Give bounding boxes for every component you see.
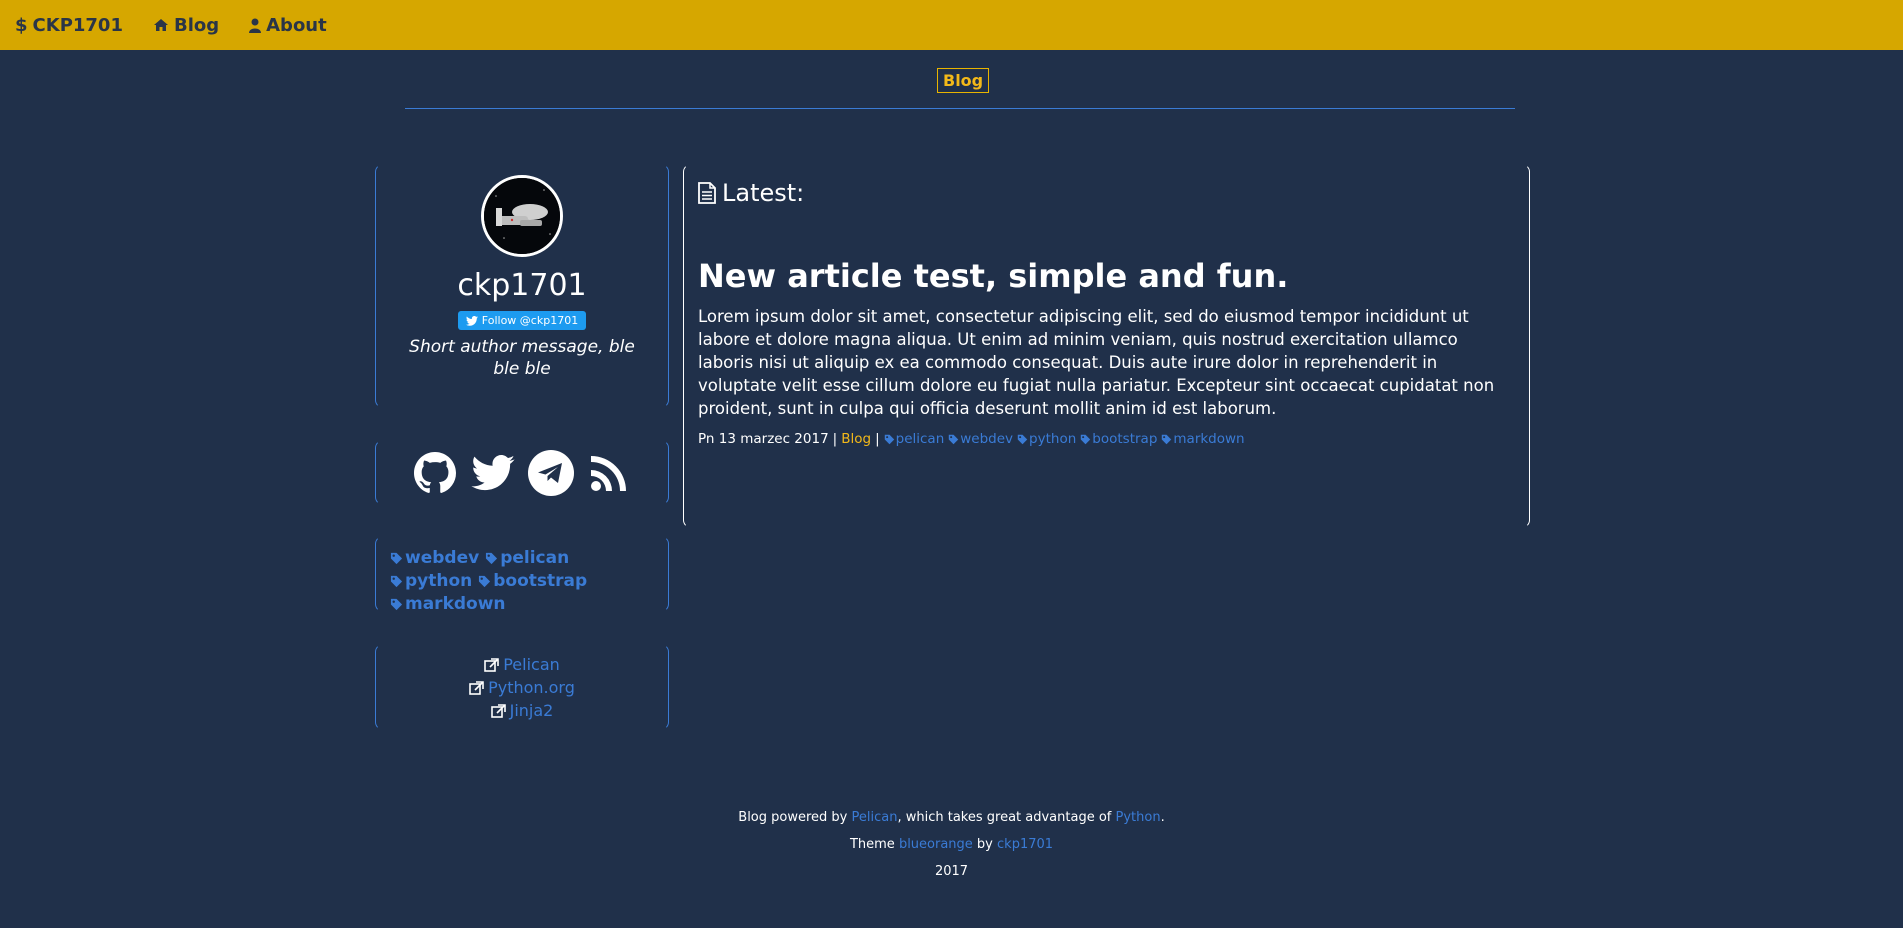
sidebar-tag-link[interactable]: webdev — [390, 547, 479, 570]
tag-icon — [390, 598, 403, 611]
tag-label: markdown — [405, 594, 506, 614]
top-navbar: $ CKP1701 Blog About — [0, 0, 1903, 50]
dollar-icon: $ — [15, 14, 28, 36]
nav-about-label: About — [266, 14, 327, 36]
twitter-bird-icon — [465, 315, 478, 326]
breadcrumb-blog[interactable]: Blog — [937, 68, 990, 93]
external-link[interactable]: Python.org — [376, 676, 668, 699]
tag-label: webdev — [960, 431, 1014, 447]
footer-theme-link[interactable]: blueorange — [899, 837, 973, 852]
tag-icon — [1162, 434, 1172, 444]
sidebar-tag-link[interactable]: python — [390, 570, 472, 593]
external-link-label: Python.org — [488, 678, 575, 697]
sidebar-tag-link[interactable]: markdown — [390, 593, 506, 616]
starship-image — [484, 178, 560, 254]
latest-label: Latest: — [722, 179, 805, 207]
latest-heading: Latest: — [698, 179, 1515, 207]
header-divider — [405, 108, 1515, 109]
tag-label: webdev — [405, 548, 480, 568]
telegram-icon[interactable] — [528, 449, 574, 496]
footer: Blog powered by Pelican, which takes gre… — [0, 804, 1903, 885]
tag-icon — [1017, 434, 1028, 444]
meta-separator: | — [875, 431, 880, 447]
nav-blog-link[interactable]: Blog — [153, 15, 219, 36]
tag-icon — [884, 434, 894, 444]
tag-icon — [486, 552, 498, 565]
nav-about-link[interactable]: About — [249, 15, 327, 36]
footer-text: . — [1160, 810, 1165, 825]
document-icon — [698, 182, 716, 204]
footer-text: by — [972, 837, 998, 852]
rss-icon[interactable] — [586, 450, 632, 496]
latest-articles-card: Latest: New article test, simple and fun… — [683, 164, 1530, 528]
nav-brand-label: CKP1701 — [32, 14, 123, 36]
tag-label: python — [405, 571, 473, 591]
tag-label: python — [1029, 431, 1077, 447]
footer-year: 2017 — [934, 864, 969, 879]
twitter-icon[interactable] — [470, 450, 516, 496]
links-card: Pelican Python.org Jinja2 — [375, 644, 669, 730]
footer-text: Blog powered by — [738, 810, 852, 825]
follow-label: Follow @ckp1701 — [481, 314, 579, 327]
twitter-follow-button[interactable]: Follow @ckp1701 — [457, 311, 587, 330]
footer-theme-line: Theme blueorange by ckp1701 — [0, 831, 1903, 858]
article-tag-link[interactable]: python — [1017, 431, 1076, 447]
footer-text: , which takes great advantage of — [897, 810, 1116, 825]
article-tag-link[interactable]: bootstrap — [1080, 431, 1157, 447]
external-link-label: Jinja2 — [509, 701, 554, 720]
footer-python-link[interactable]: Python — [1116, 810, 1161, 825]
tag-label: pelican — [895, 431, 945, 447]
external-link-icon — [469, 680, 484, 695]
external-link[interactable]: Pelican — [376, 653, 668, 676]
nav-blog-label: Blog — [173, 14, 220, 36]
tag-label: bootstrap — [493, 571, 588, 591]
author-name: ckp1701 — [457, 268, 587, 303]
tag-label: bootstrap — [1092, 431, 1158, 447]
article-tag-link[interactable]: markdown — [1161, 431, 1245, 447]
tag-icon — [479, 575, 491, 588]
sidebar-tag-link[interactable]: pelican — [485, 547, 569, 570]
external-link-label: Pelican — [503, 655, 560, 674]
external-link-icon — [484, 657, 500, 672]
author-message: Short author message, ble ble ble — [409, 337, 635, 379]
external-link-icon — [490, 703, 506, 718]
avatar — [481, 175, 563, 257]
article-summary: Lorem ipsum dolor sit amet, consectetur … — [698, 307, 1495, 418]
article-category-link[interactable]: Blog — [841, 431, 871, 447]
article-date: Pn 13 marzec 2017 — [698, 431, 829, 447]
footer-powered-line: Blog powered by Pelican, which takes gre… — [0, 804, 1903, 831]
author-card: ckp1701 Follow @ckp1701 Short author mes… — [375, 164, 669, 408]
article-tag-link[interactable]: webdev — [948, 431, 1013, 447]
tag-icon — [1081, 434, 1091, 444]
external-link[interactable]: Jinja2 — [376, 699, 668, 722]
sidebar-tag-link[interactable]: bootstrap — [478, 570, 587, 593]
footer-author-link[interactable]: ckp1701 — [997, 837, 1053, 852]
tag-label: pelican — [500, 548, 570, 568]
tag-icon — [390, 552, 403, 565]
meta-separator: | — [832, 431, 838, 447]
social-card — [375, 440, 669, 505]
github-icon[interactable] — [412, 450, 458, 496]
tag-icon — [949, 434, 959, 444]
tag-label: markdown — [1173, 431, 1245, 447]
article-meta: Pn 13 marzec 2017 | Blog | pelican webdev… — [698, 431, 1515, 447]
user-icon — [249, 18, 262, 33]
nav-brand-link[interactable]: $ CKP1701 — [15, 15, 123, 36]
footer-text: Theme — [849, 837, 899, 852]
article-tag-link[interactable]: pelican — [884, 431, 945, 447]
tag-icon — [390, 575, 403, 588]
home-icon — [153, 19, 168, 31]
footer-pelican-link[interactable]: Pelican — [852, 810, 898, 825]
article-title-link[interactable]: New article test, simple and fun. — [698, 257, 1515, 295]
tags-card: webdev pelican python bootstrap markdown — [375, 536, 669, 614]
